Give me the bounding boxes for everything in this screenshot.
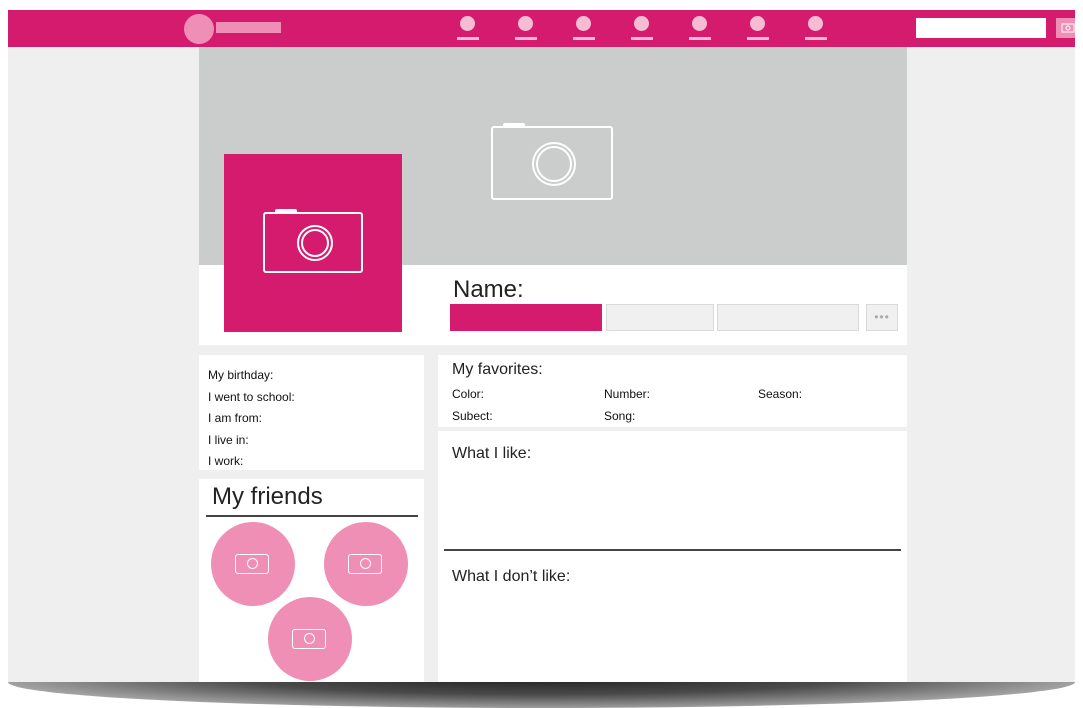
hometown-label: I am from: xyxy=(208,411,263,425)
profile-template-page: Name: ••• My birthday: I went to school:… xyxy=(8,10,1075,682)
friend-avatar[interactable] xyxy=(211,522,295,606)
favorite-number-label: Number: xyxy=(604,387,651,401)
nav-item-4[interactable] xyxy=(631,16,653,42)
nav-item-6[interactable] xyxy=(747,16,769,42)
user-icon xyxy=(460,16,475,31)
user-icon xyxy=(518,16,533,31)
divider xyxy=(206,515,418,517)
camera-icon xyxy=(491,123,613,200)
profile-picture[interactable] xyxy=(224,154,402,332)
nav-item-5[interactable] xyxy=(689,16,711,42)
favorites-panel: My favorites: Color: Number: Season: Sub… xyxy=(438,355,907,427)
logo-mark[interactable] xyxy=(184,14,214,44)
nav-item-7[interactable] xyxy=(805,16,827,42)
camera-icon xyxy=(348,554,382,574)
favorite-subject-label: Subect: xyxy=(452,409,493,423)
residence-label: I live in: xyxy=(208,432,249,447)
favorite-color-label: Color: xyxy=(452,387,485,401)
camera-icon xyxy=(235,554,269,574)
friends-panel: My friends xyxy=(199,479,424,682)
nav-item-2[interactable] xyxy=(515,16,537,42)
favorite-song-label: Song: xyxy=(604,409,636,423)
school-label: I went to school: xyxy=(208,389,295,404)
birthday-label: My birthday: xyxy=(208,368,274,382)
user-icon xyxy=(576,16,591,31)
friends-title: My friends xyxy=(212,483,323,510)
friend-avatar[interactable] xyxy=(268,597,352,681)
search-input[interactable] xyxy=(916,18,1046,38)
more-options-button[interactable]: ••• xyxy=(866,304,898,331)
user-icon xyxy=(692,16,707,31)
logo-wordmark-placeholder[interactable] xyxy=(216,22,281,33)
favorite-season-label: Season: xyxy=(758,387,803,401)
divider xyxy=(444,549,901,551)
user-icon xyxy=(634,16,649,31)
camera-icon xyxy=(292,629,326,649)
user-icon xyxy=(750,16,765,31)
nav-icon-group xyxy=(457,16,827,42)
top-navbar xyxy=(8,10,1075,47)
likes-title: What I like: xyxy=(452,445,532,462)
favorites-title: My favorites: xyxy=(452,361,543,378)
likes-panel: What I like: What I don’t like: xyxy=(438,431,907,682)
friend-avatar[interactable] xyxy=(324,522,408,606)
camera-icon xyxy=(1061,23,1075,33)
about-panel: My birthday: I went to school: I am from… xyxy=(199,355,424,470)
search-button[interactable] xyxy=(1056,18,1075,38)
dislikes-title: What I don’t like: xyxy=(452,568,571,585)
profile-tab-2[interactable] xyxy=(606,304,714,331)
profile-tab-1[interactable] xyxy=(450,304,602,331)
nav-item-3[interactable] xyxy=(573,16,595,42)
profile-tab-3[interactable] xyxy=(717,304,859,331)
name-label: Name: xyxy=(453,276,524,303)
user-icon xyxy=(808,16,823,31)
camera-icon xyxy=(263,209,363,273)
page-shadow xyxy=(8,682,1075,708)
nav-item-1[interactable] xyxy=(457,16,479,42)
work-label: I work: xyxy=(208,454,244,468)
